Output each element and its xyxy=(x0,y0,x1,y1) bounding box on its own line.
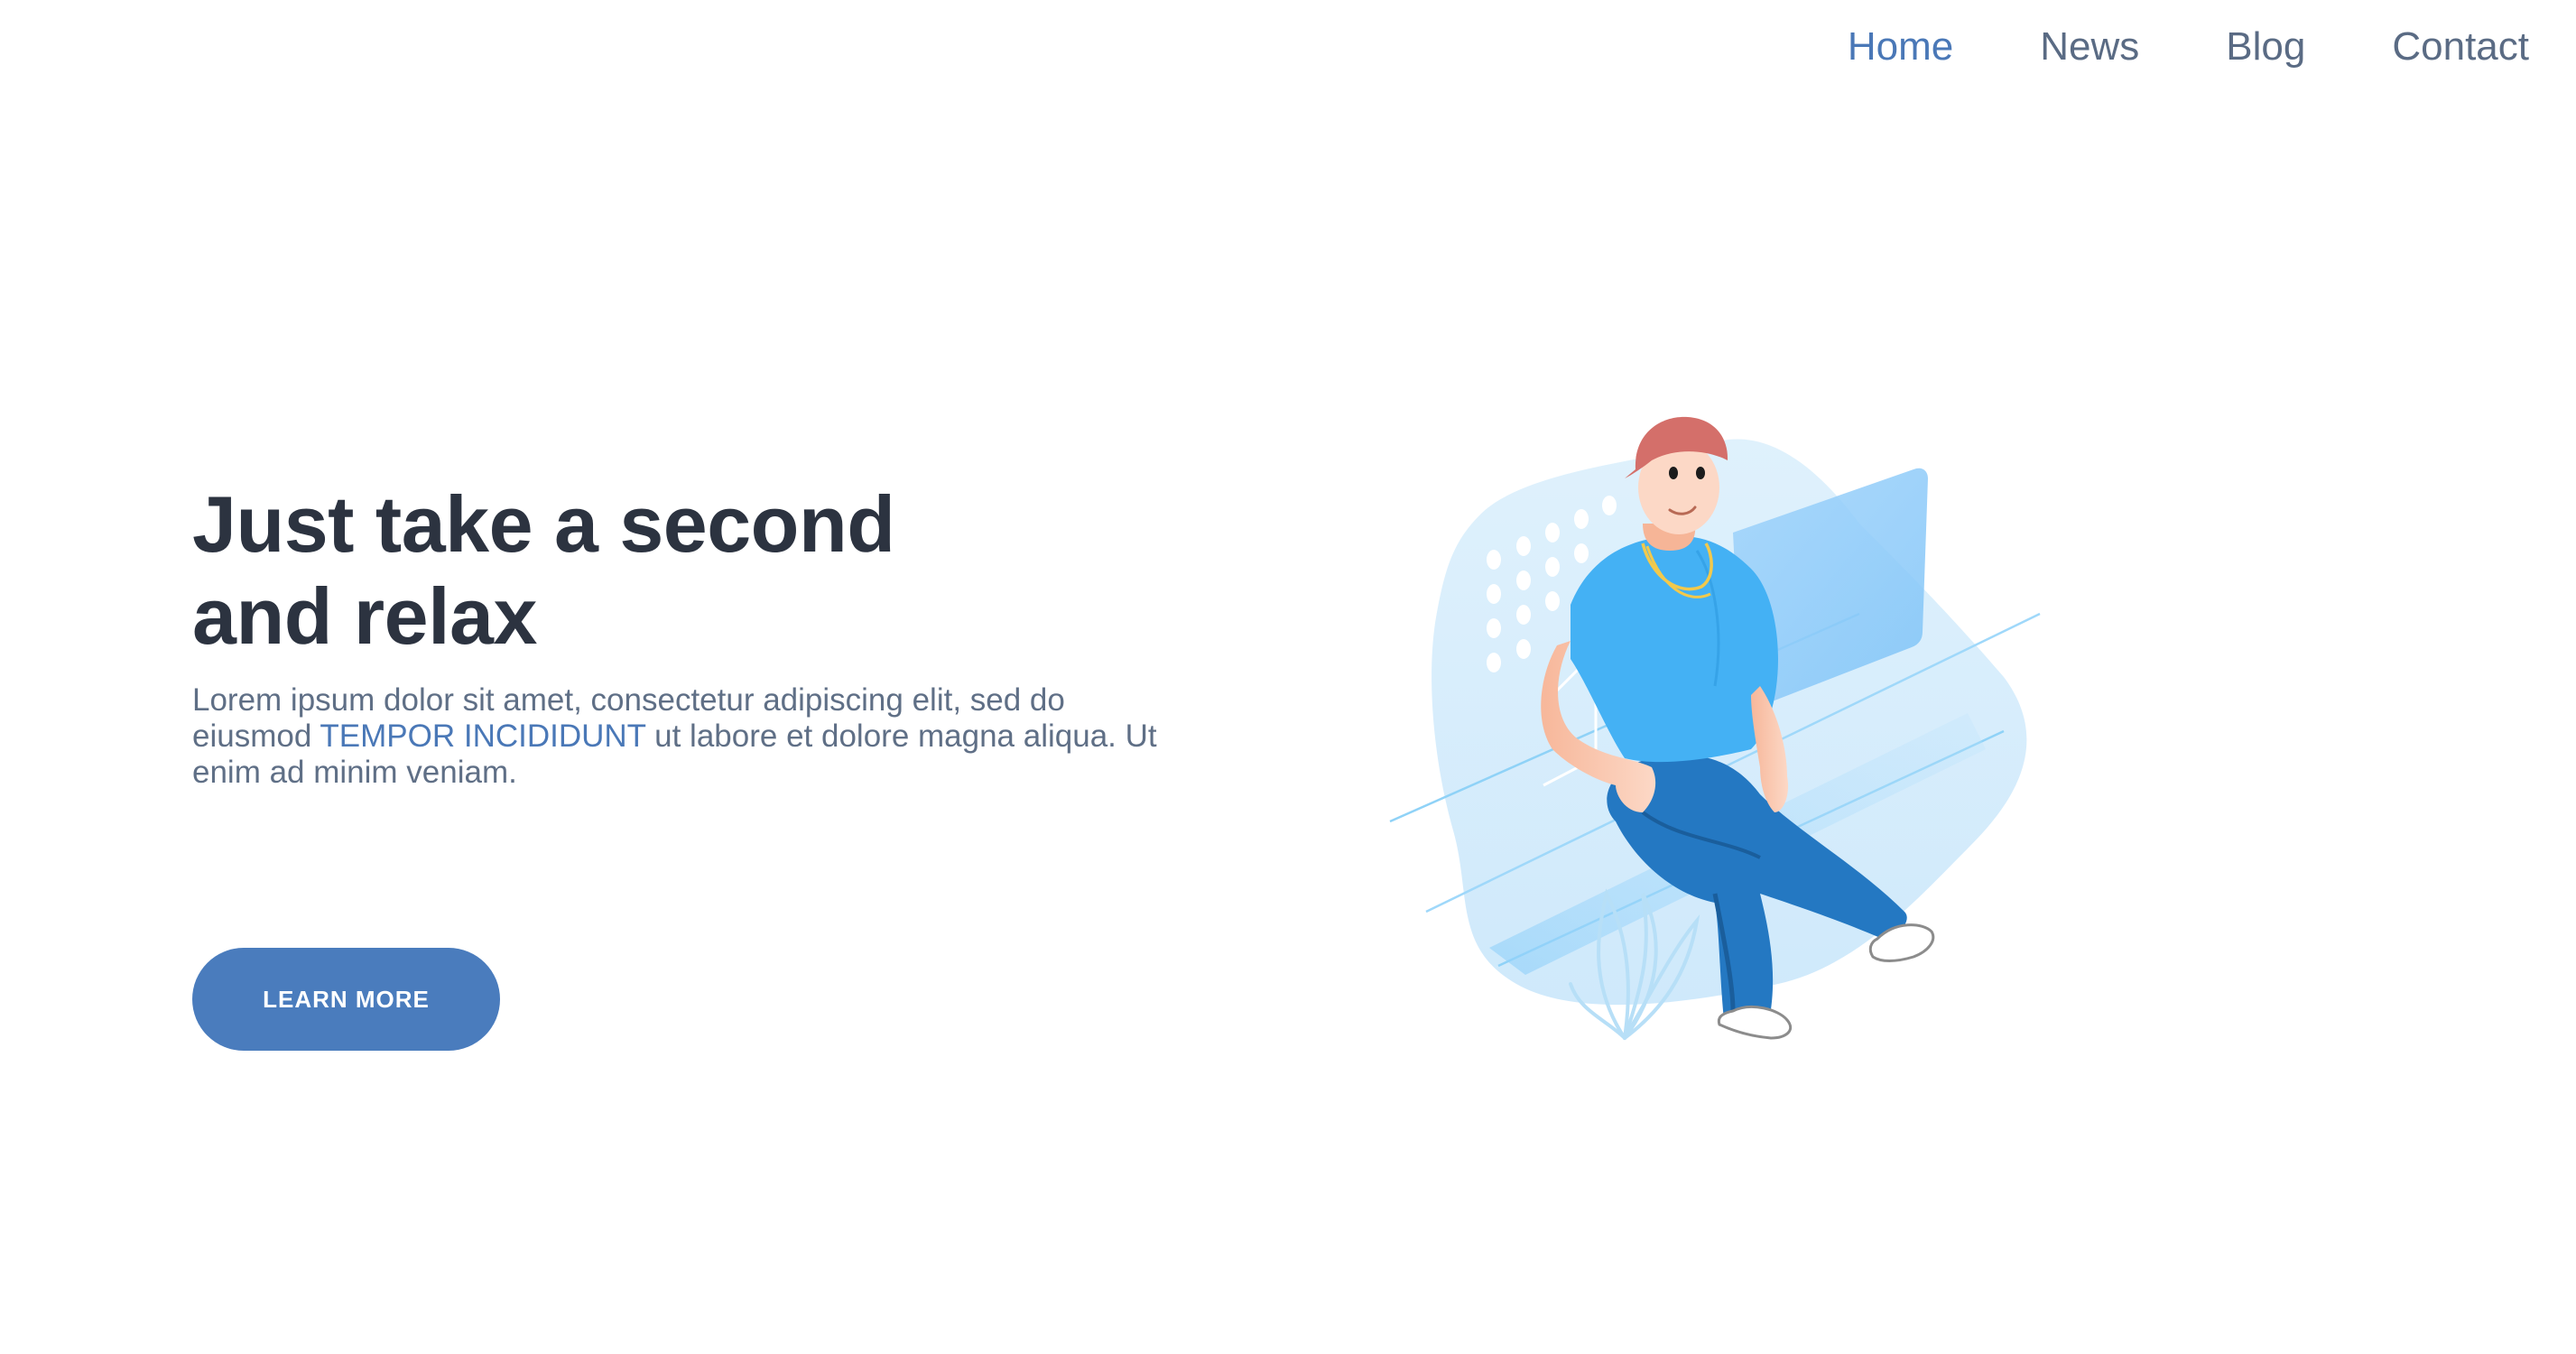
nav-item-contact[interactable]: Contact xyxy=(2392,20,2529,74)
top-nav: Home News Blog Contact xyxy=(1848,20,2529,74)
nav-item-home[interactable]: Home xyxy=(1848,20,1953,74)
hero-title-line-1: Just take a second xyxy=(192,479,895,569)
hero-title-line-2: and relax xyxy=(192,571,537,661)
hero-description: Lorem ipsum dolor sit amet, consectetur … xyxy=(192,682,1167,791)
nav-item-blog[interactable]: Blog xyxy=(2226,20,2305,74)
nav-item-news[interactable]: News xyxy=(2040,20,2139,74)
relaxing-person-illustration xyxy=(1389,416,2041,1040)
landing-page: Home News Blog Contact Just take a secon… xyxy=(0,0,2576,1354)
learn-more-button[interactable]: LEARN MORE xyxy=(192,948,500,1051)
hero-title: Just take a second and relax xyxy=(192,478,1167,663)
left-shoe xyxy=(1717,1005,1793,1040)
hero-description-highlight: TEMPOR INCIDIDUNT xyxy=(320,719,646,754)
hero-section: Just take a second and relax Lorem ipsum… xyxy=(192,478,1167,791)
